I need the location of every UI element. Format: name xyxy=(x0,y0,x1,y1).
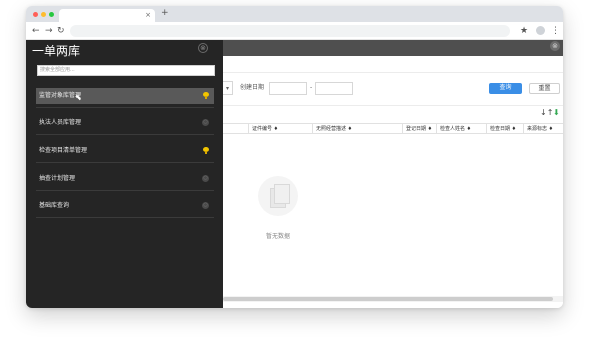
sidebar: 一单两库 ⊗ 搜索全部应用... 监管对象库管理 执法人员库管理 ○ 检查项目清… xyxy=(26,40,223,308)
column-header[interactable]: 无照经营描述 ♦ xyxy=(313,124,403,134)
chevron-down-icon: ▾ xyxy=(226,85,230,92)
sidebar-item-label: 执法人员库管理 xyxy=(39,119,82,126)
sidebar-item-spot-check-plan[interactable]: 抽查计划管理 ○ xyxy=(36,171,214,187)
column-header[interactable]: 来源标志 ♦ xyxy=(524,124,563,134)
date-separator: - xyxy=(310,84,313,91)
sidebar-item-base-query[interactable]: 基础库查询 ○ xyxy=(36,198,214,214)
reset-button[interactable]: 重置 xyxy=(529,83,560,94)
sort-icon[interactable]: ↓↑ xyxy=(540,108,553,117)
unpinned-dot-icon[interactable]: ○ xyxy=(202,175,209,182)
sidebar-item-label: 基础库查询 xyxy=(39,202,70,209)
pin-icon[interactable] xyxy=(203,147,209,154)
scrollbar-thumb[interactable] xyxy=(223,297,553,301)
app-search-input[interactable]: 搜索全部应用... xyxy=(37,65,215,76)
column-header-blank xyxy=(223,124,249,134)
download-icon[interactable]: ⬇ xyxy=(553,108,560,117)
divider xyxy=(36,107,214,108)
empty-state-text: 暂无数据 xyxy=(266,233,291,240)
sidebar-close-icon[interactable]: ⊗ xyxy=(198,43,208,53)
sidebar-item-inspection-items[interactable]: 检查项目清单管理 xyxy=(36,143,214,159)
column-header[interactable]: 检查人姓名 ♦ xyxy=(437,124,487,134)
sidebar-item-label: 抽查计划管理 xyxy=(39,175,76,182)
sidebar-item-supervision-objects[interactable]: 监管对象库管理 xyxy=(36,88,214,104)
divider xyxy=(36,162,214,163)
document-icon xyxy=(274,184,290,204)
pin-icon[interactable] xyxy=(203,92,209,99)
divider xyxy=(36,134,214,135)
mouse-cursor-icon: ⬉ xyxy=(75,93,82,102)
sidebar-title: 一单两库 xyxy=(32,44,81,58)
query-button[interactable]: 查询 xyxy=(489,83,522,94)
table-header: 证件编号 ♦ 无照经营描述 ♦ 登记日期 ♦ 检查人姓名 ♦ 检查日期 ♦ 来源… xyxy=(223,123,563,134)
divider xyxy=(36,190,214,191)
unpinned-dot-icon[interactable]: ○ xyxy=(202,119,209,126)
unpinned-dot-icon[interactable]: ○ xyxy=(202,202,209,209)
column-header[interactable]: 检查日期 ♦ xyxy=(487,124,524,134)
sidebar-item-enforcement-personnel[interactable]: 执法人员库管理 ○ xyxy=(36,115,214,131)
created-date-label: 创建日期 xyxy=(240,84,265,91)
divider xyxy=(36,217,214,218)
end-date-input[interactable] xyxy=(315,82,353,95)
start-date-input[interactable] xyxy=(269,82,307,95)
sidebar-item-label: 检查项目清单管理 xyxy=(39,147,88,154)
column-header[interactable]: 登记日期 ♦ xyxy=(403,124,437,134)
column-header[interactable]: 证件编号 ♦ xyxy=(249,124,313,134)
